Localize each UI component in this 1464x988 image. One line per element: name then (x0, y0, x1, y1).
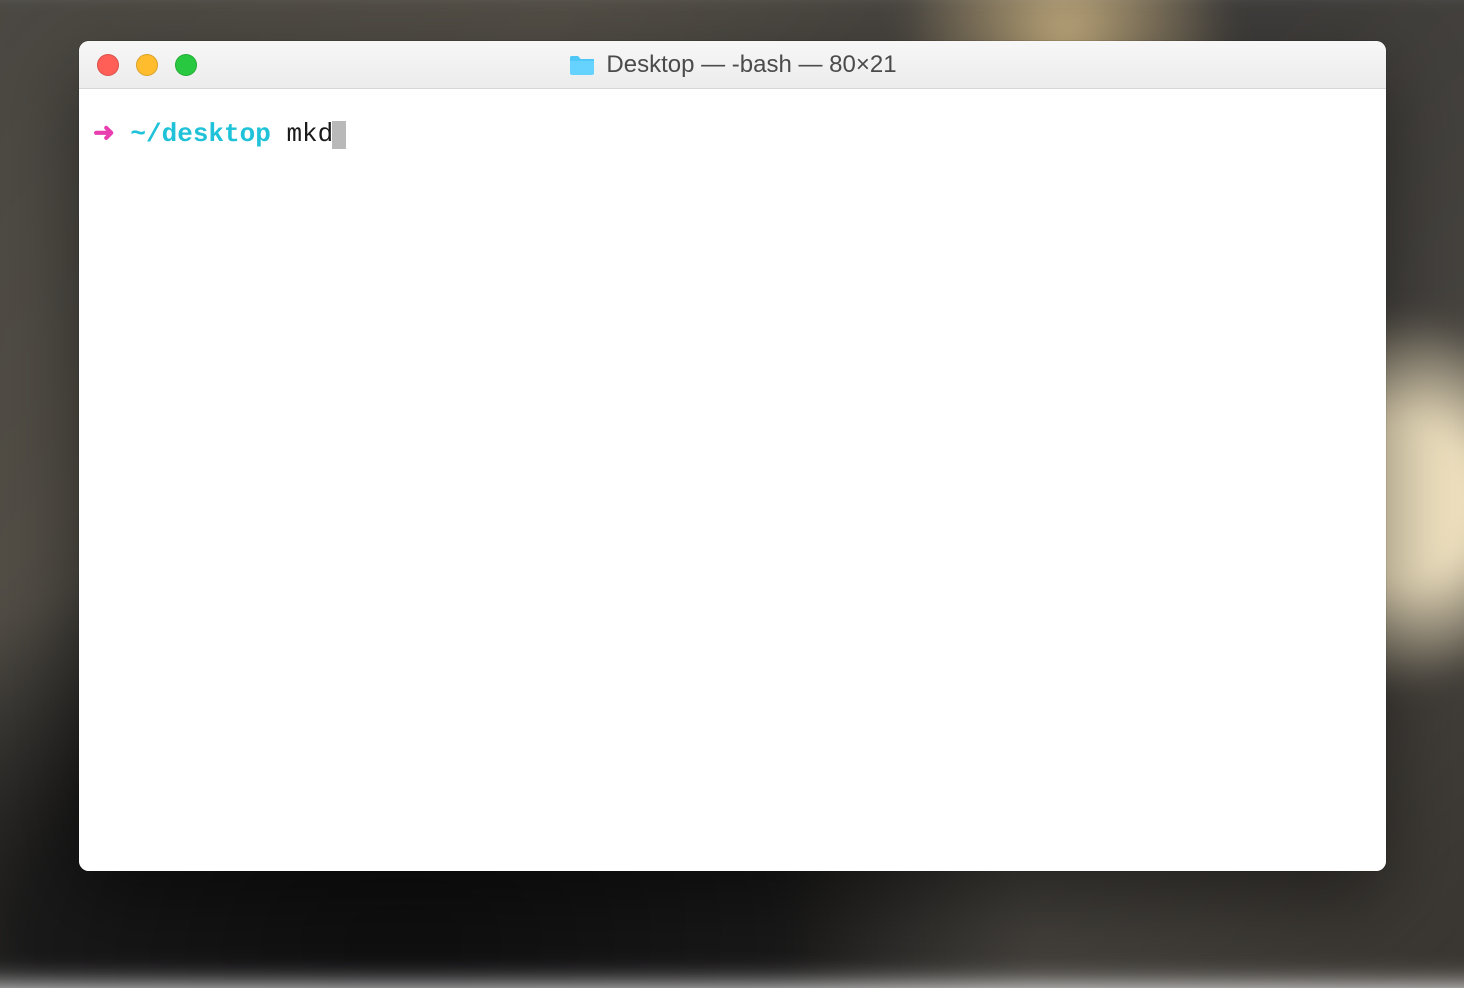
prompt-arrow-icon: ➜ (93, 119, 115, 149)
prompt-path: ~/desktop (130, 119, 270, 149)
cursor-block (332, 121, 346, 149)
traffic-lights (79, 54, 197, 76)
zoom-button[interactable] (175, 54, 197, 76)
folder-icon (568, 54, 596, 76)
terminal-content[interactable]: ➜ ~/desktop mkd (79, 89, 1386, 871)
close-button[interactable] (97, 54, 119, 76)
window-title-text: Desktop — -bash — 80×21 (606, 51, 896, 79)
window-titlebar[interactable]: Desktop — -bash — 80×21 (79, 41, 1386, 89)
terminal-window: Desktop — -bash — 80×21 ➜ ~/desktop mkd (79, 41, 1386, 871)
command-input-text: mkd (286, 119, 333, 149)
minimize-button[interactable] (136, 54, 158, 76)
window-title: Desktop — -bash — 80×21 (79, 51, 1386, 79)
